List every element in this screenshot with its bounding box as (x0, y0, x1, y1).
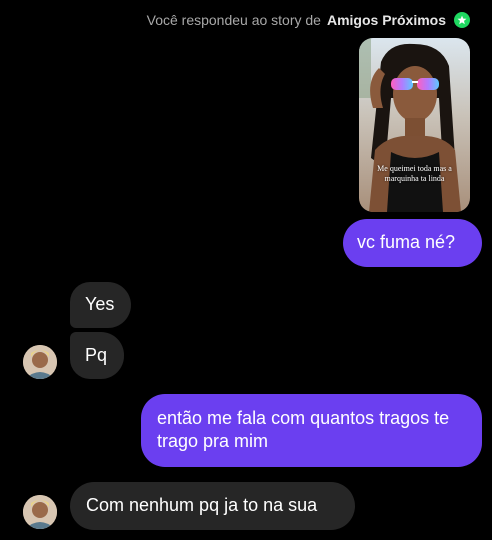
message-bubble-sent[interactable]: vc fuma né? (343, 219, 482, 267)
story-reply-header: Você respondeu ao story de Amigos Próxim… (147, 12, 470, 28)
star-icon (457, 15, 467, 25)
story-image (359, 38, 470, 212)
contact-avatar[interactable] (23, 495, 57, 529)
story-thumbnail[interactable]: Me queimei toda mas a marquinha ta linda (359, 38, 470, 212)
message-bubble-received[interactable]: Com nenhum pq ja to na sua (70, 482, 355, 530)
contact-avatar[interactable] (23, 345, 57, 379)
message-bubble-received[interactable]: Pq (70, 332, 124, 379)
story-reply-prefix: Você respondeu ao story de (146, 12, 321, 28)
avatar-image (23, 345, 57, 379)
message-bubble-sent[interactable]: então me fala com quantos tragos te trag… (141, 394, 482, 467)
close-friends-badge (454, 12, 470, 28)
story-caption: Me queimei toda mas a marquinha ta linda (377, 164, 452, 183)
message-bubble-received[interactable]: Yes (70, 282, 131, 328)
story-owner-label[interactable]: Amigos Próximos (327, 12, 446, 28)
avatar-image (23, 495, 57, 529)
